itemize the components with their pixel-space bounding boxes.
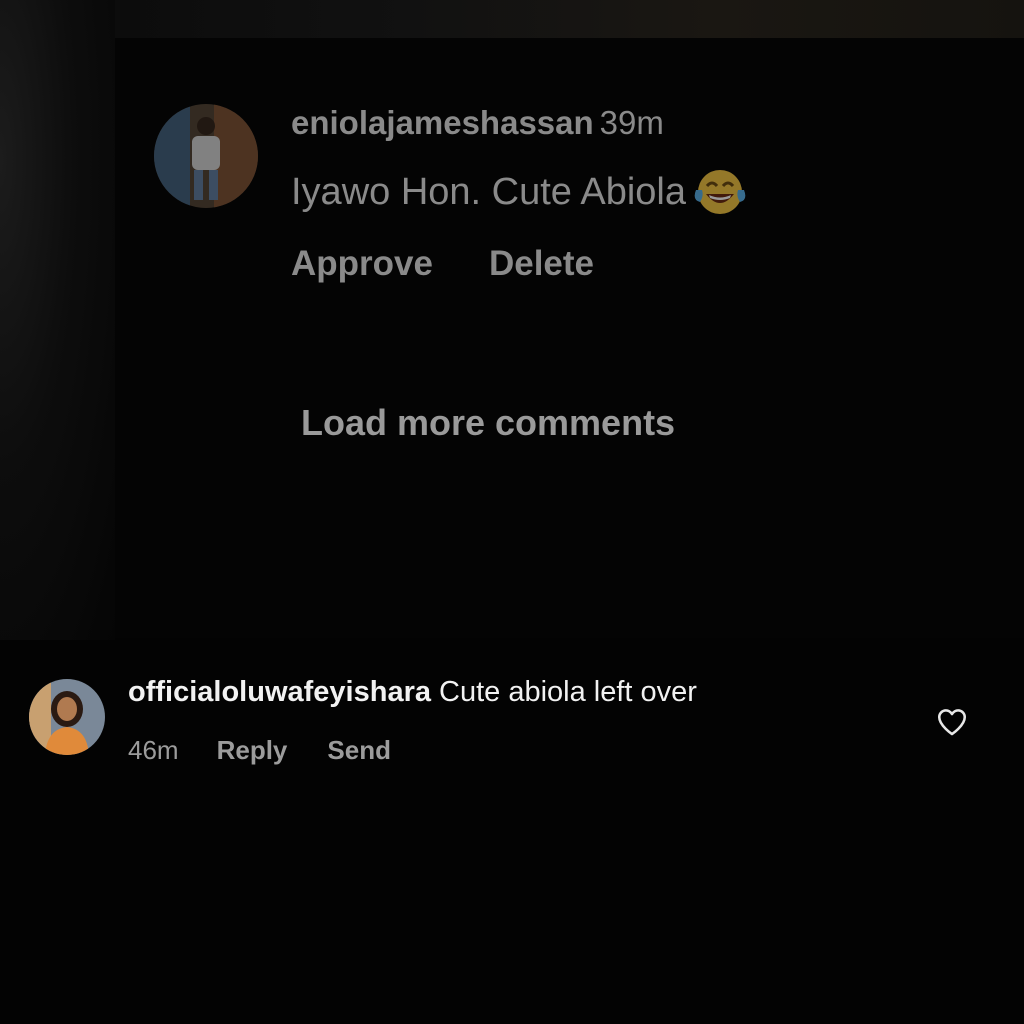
pending-comment-body: Iyawo Hon. Cute Abiola	[291, 164, 750, 220]
send-button[interactable]: Send	[327, 735, 391, 765]
avatar-photo-man	[154, 104, 258, 208]
blurred-backdrop-left	[0, 0, 115, 640]
pending-comment-time: 39m	[599, 104, 664, 141]
face-with-tears-of-joy-icon	[690, 164, 750, 220]
pending-comment-text: Iyawo Hon. Cute Abiola	[291, 170, 687, 213]
avatar-photo-woman	[29, 679, 105, 755]
heart-outline-icon[interactable]	[935, 705, 969, 739]
pending-commenter-avatar[interactable]	[154, 104, 258, 208]
delete-button[interactable]: Delete	[489, 244, 594, 283]
comment-meta: 46m Reply Send	[128, 735, 391, 766]
comment-time: 46m	[128, 735, 179, 765]
approve-button[interactable]: Approve	[291, 244, 433, 283]
commenter-avatar[interactable]	[29, 679, 105, 755]
comments-screen: eniolajameshassan 39m Iyawo Hon. Cute Abi…	[0, 0, 1024, 1024]
pending-comment-actions: Approve Delete	[291, 244, 594, 284]
comment-text: Cute abiola left over	[439, 676, 697, 708]
reply-button[interactable]: Reply	[217, 735, 288, 765]
pending-comment-header: eniolajameshassan 39m	[291, 104, 664, 142]
load-more-comments-button[interactable]: Load more comments	[301, 402, 675, 444]
pending-commenter-username[interactable]: eniolajameshassan	[291, 104, 594, 141]
comment-body: officialoluwafeyishara Cute abiola left o…	[128, 676, 697, 709]
blurred-backdrop-top	[0, 0, 1024, 40]
commenter-username[interactable]: officialoluwafeyishara	[128, 676, 431, 708]
